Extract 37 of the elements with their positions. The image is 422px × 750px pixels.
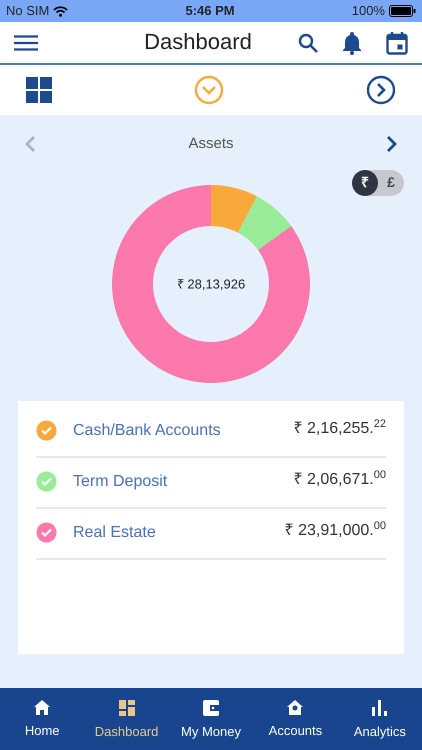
section-title: Assets — [188, 134, 234, 154]
wallet-icon — [203, 700, 220, 716]
chevron-right-icon[interactable] — [386, 135, 398, 154]
wifi-icon — [53, 6, 68, 16]
battery-icon — [388, 5, 416, 17]
asset-name[interactable]: Real Estate — [73, 520, 156, 544]
asset-amount: ₹ 2,06,671.$^{00}$ — [294, 468, 386, 490]
bar-chart-icon — [372, 700, 388, 716]
home-icon — [34, 700, 50, 715]
currency-option[interactable]: ₹ — [352, 170, 378, 196]
tab-bar-item[interactable]: Dashboard — [84, 688, 169, 750]
battery-text: 100% — [352, 2, 385, 20]
page-title: Dashboard — [144, 29, 252, 56]
tab-bar-item[interactable]: Analytics — [338, 688, 422, 750]
asset-amount: ₹ 23,91,000.$^{00}$ — [284, 519, 386, 540]
total-amount: ₹ 28,13,926 — [176, 274, 246, 293]
currency-toggle[interactable]: ₹ £ — [352, 170, 404, 196]
time-text: 5:46 PM — [185, 2, 235, 20]
asset-amount: ₹ 2,16,255.$^{22}$ — [294, 417, 386, 438]
search-icon[interactable] — [298, 32, 318, 52]
tab-bar-item[interactable]: Accounts — [253, 688, 338, 750]
dashboard-icon — [118, 700, 135, 716]
tab-bar-item[interactable]: My Money — [168, 688, 254, 750]
tab-bar-item[interactable]: Home — [0, 688, 84, 750]
grid-icon[interactable] — [26, 77, 52, 103]
asset-name[interactable]: Cash/Bank Accounts — [73, 418, 221, 442]
chevron-right-circle-icon[interactable] — [366, 75, 396, 105]
check-icon[interactable] — [36, 420, 57, 441]
check-icon[interactable] — [36, 471, 57, 492]
currency-option[interactable]: £ — [378, 170, 404, 196]
calendar-icon[interactable] — [386, 30, 408, 54]
bell-icon[interactable] — [342, 30, 362, 54]
check-icon[interactable] — [36, 522, 57, 543]
carrier-text: No SIM — [6, 2, 50, 20]
asset-name[interactable]: Term Deposit — [73, 470, 168, 494]
menu-icon[interactable] — [14, 34, 38, 50]
house-pin-icon — [287, 700, 304, 715]
